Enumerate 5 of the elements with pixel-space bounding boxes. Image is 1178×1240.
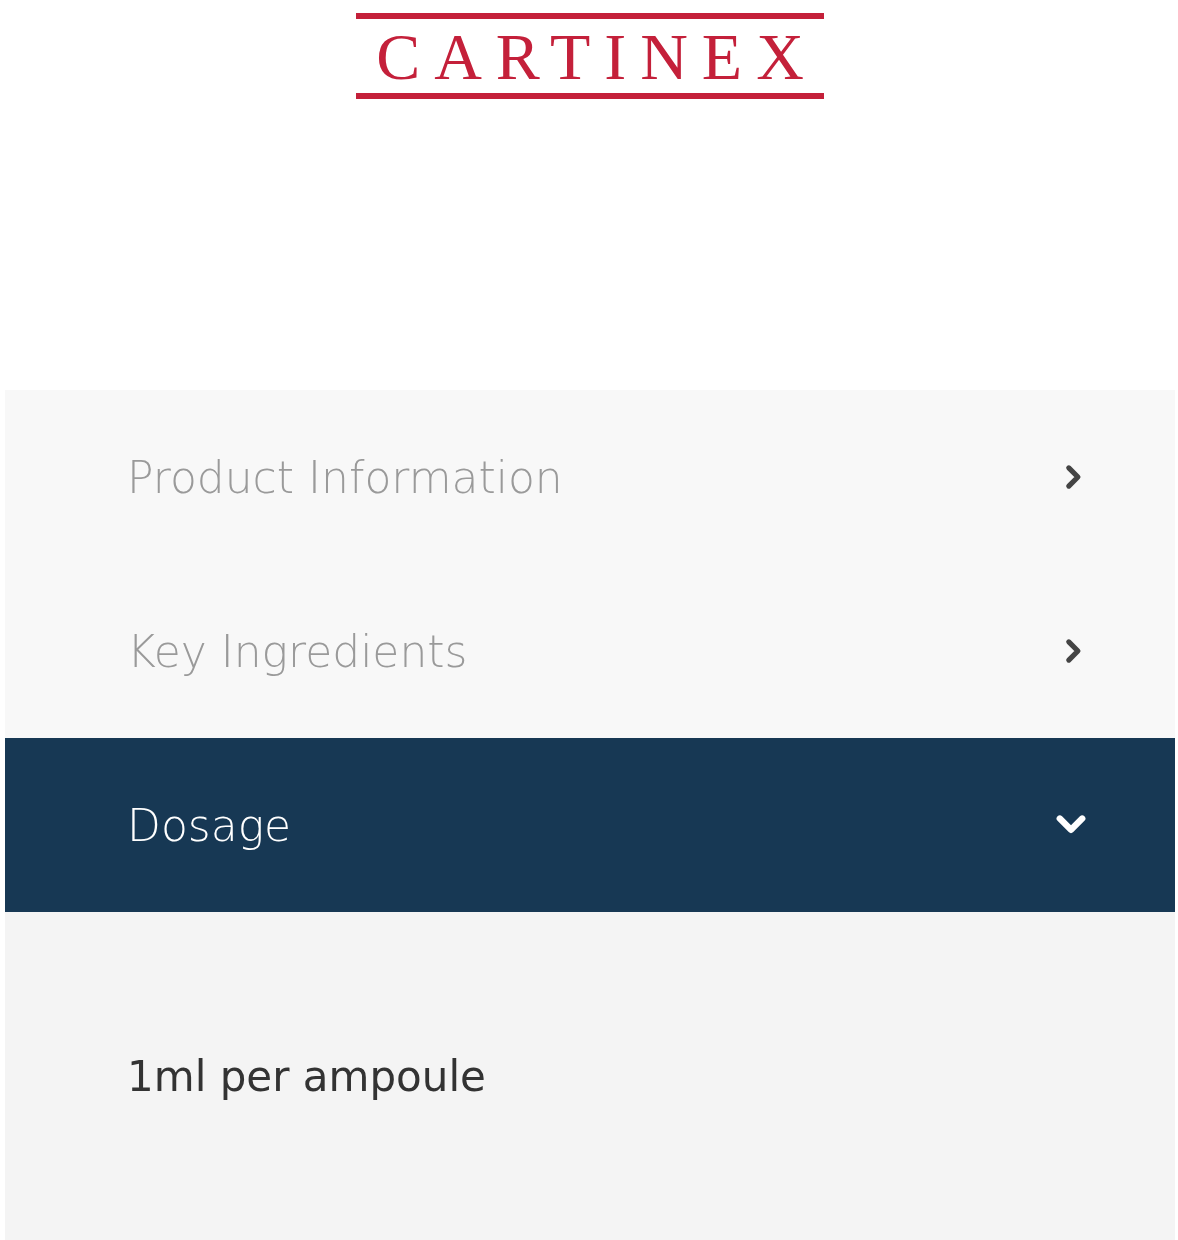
accordion-header[interactable]: Product Information <box>5 390 1175 564</box>
logo: CARTINEX <box>356 13 824 99</box>
accordion-header[interactable]: Key Ingredients <box>5 564 1175 738</box>
accordion-header[interactable]: Dosage <box>5 738 1175 912</box>
dosage-text: 1ml per ampoule <box>127 1051 486 1101</box>
